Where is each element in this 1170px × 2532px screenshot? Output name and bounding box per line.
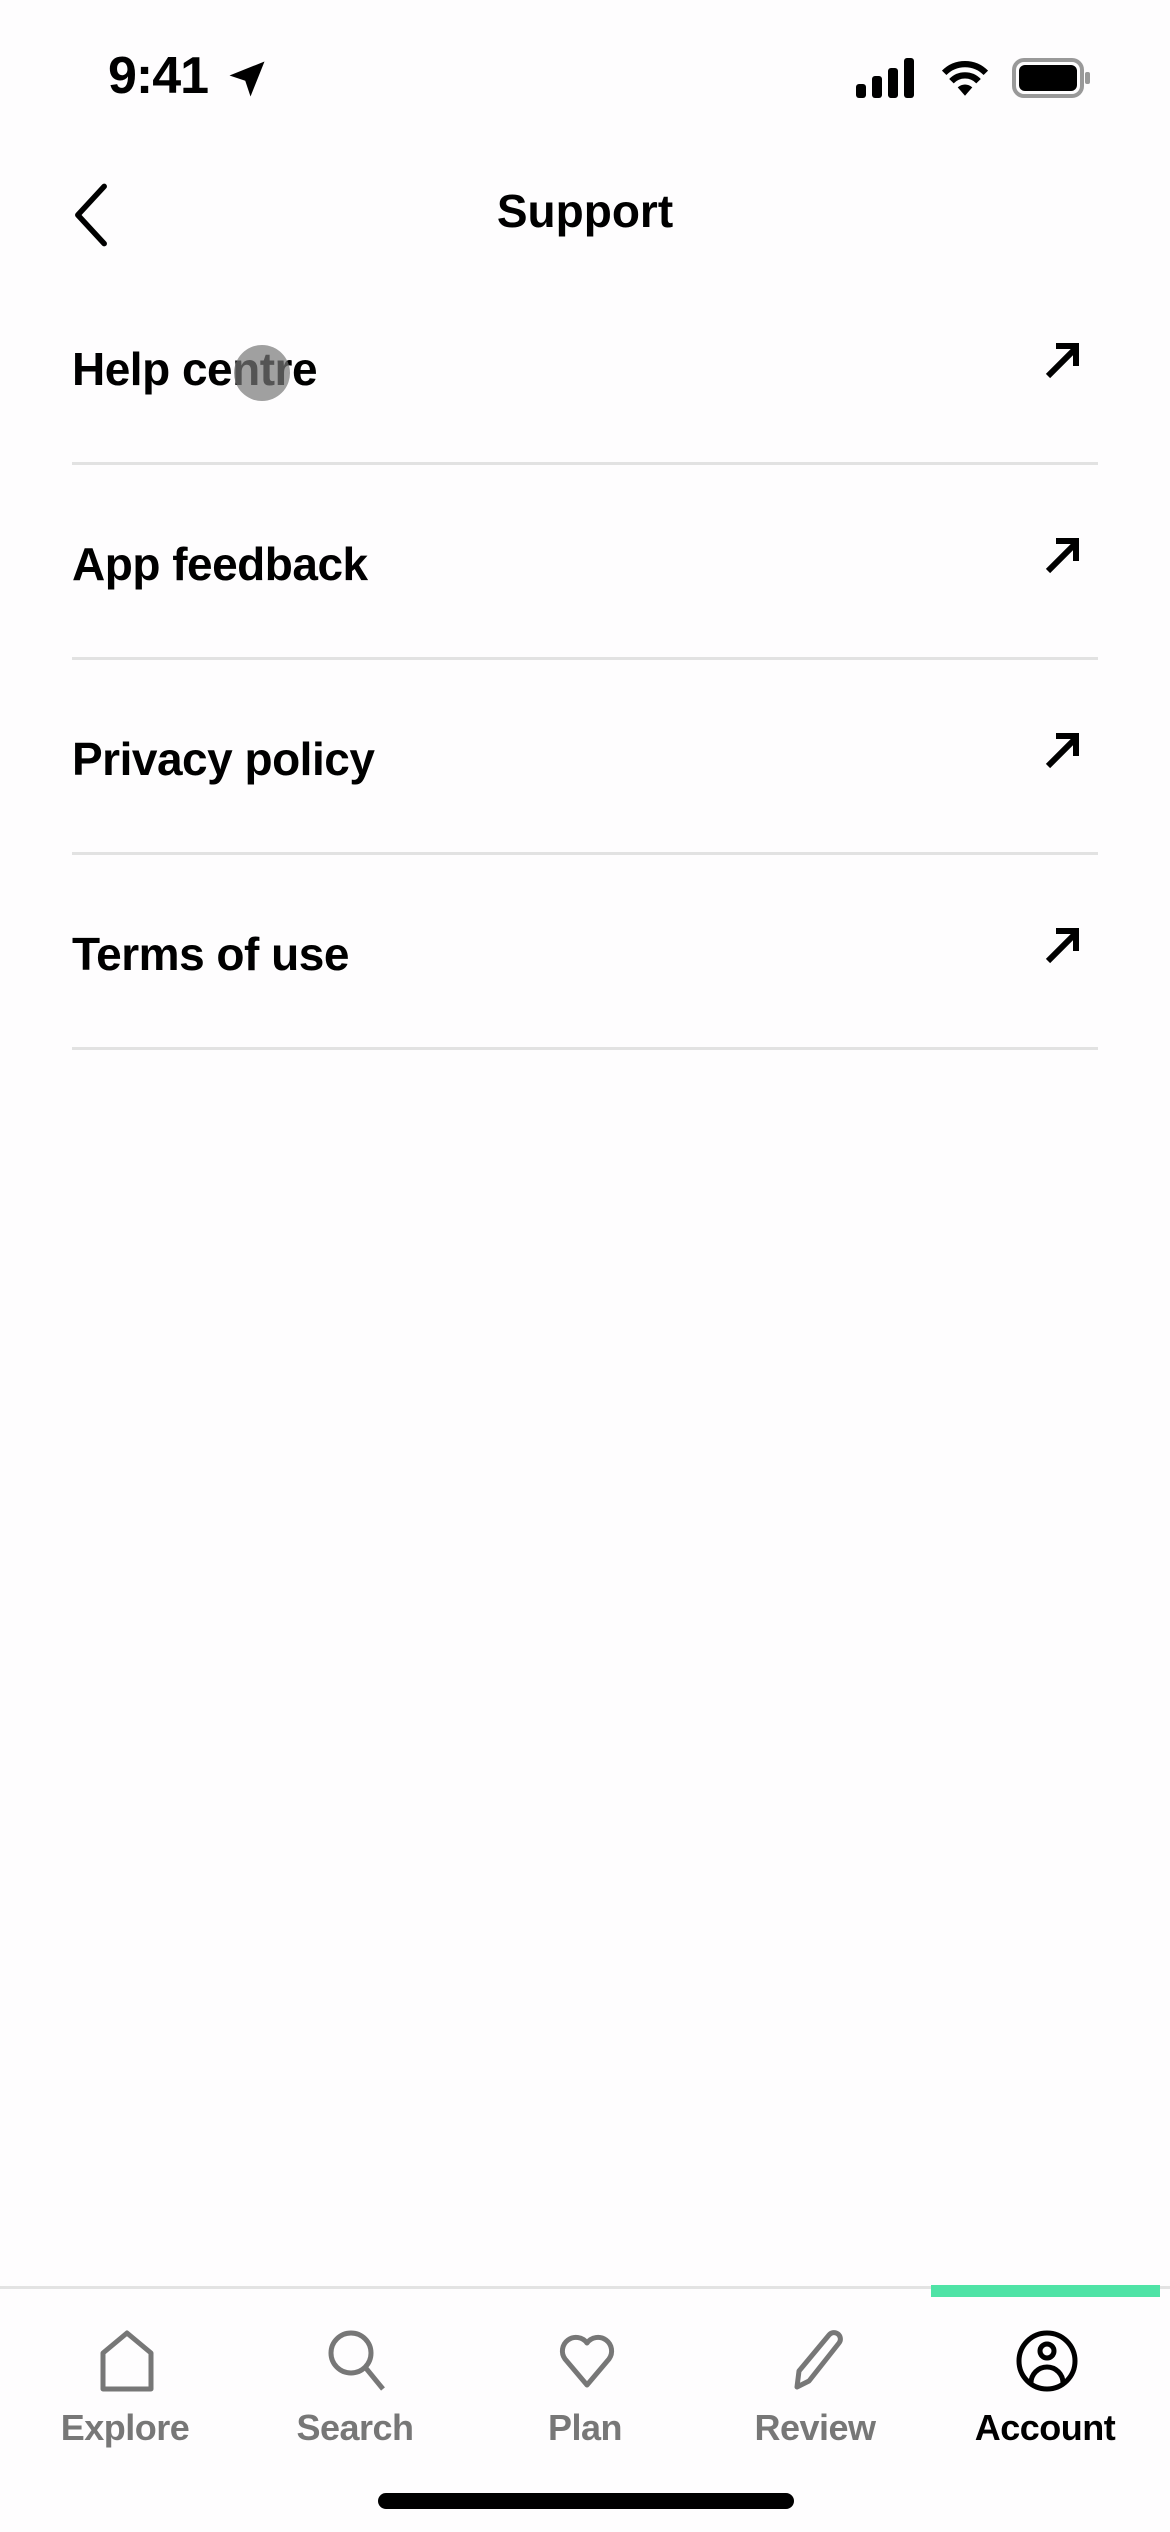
list-item-label: App feedback	[72, 538, 368, 590]
list-item-label: Privacy policy	[72, 733, 375, 785]
cellular-signal-icon	[856, 58, 914, 98]
list-item-label: Terms of use	[72, 928, 349, 980]
status-time: 9:41	[108, 47, 209, 105]
tab-plan[interactable]: Plan	[470, 2289, 700, 2489]
tab-label: Explore	[60, 2407, 190, 2448]
list-item-terms-of-use[interactable]: Terms of use	[72, 855, 1098, 1050]
home-indicator	[378, 2493, 794, 2509]
touch-indicator	[234, 345, 290, 401]
location-arrow-icon	[229, 61, 265, 97]
account-icon	[1016, 2330, 1078, 2392]
external-link-arrow-icon	[1045, 928, 1079, 964]
tab-explore[interactable]: Explore	[10, 2289, 240, 2489]
tab-review[interactable]: Review	[700, 2289, 930, 2489]
tab-label: Search	[296, 2407, 414, 2448]
external-link-arrow-icon	[1045, 538, 1079, 574]
list-item-privacy-policy[interactable]: Privacy policy	[72, 660, 1098, 855]
tab-search[interactable]: Search	[240, 2289, 470, 2489]
home-icon	[100, 2330, 154, 2392]
pencil-icon	[794, 2330, 843, 2390]
tab-label: Account	[974, 2407, 1116, 2448]
support-list: Help centre App feedback Privacy policy …	[0, 270, 1170, 1050]
page-title: Support	[496, 185, 674, 237]
list-item-help-centre[interactable]: Help centre	[72, 270, 1098, 465]
navigation-bar: Support	[0, 160, 1170, 260]
battery-icon	[1012, 58, 1090, 98]
list-item-app-feedback[interactable]: App feedback	[72, 465, 1098, 660]
tab-label: Plan	[547, 2407, 623, 2448]
wifi-icon	[941, 61, 989, 96]
external-link-arrow-icon	[1045, 733, 1079, 769]
external-link-arrow-icon	[1045, 343, 1079, 379]
search-icon	[328, 2330, 385, 2391]
heart-icon	[559, 2334, 615, 2388]
tab-account[interactable]: Account	[930, 2289, 1160, 2489]
status-bar: 9:41	[0, 0, 1170, 150]
tab-label: Review	[754, 2407, 876, 2448]
